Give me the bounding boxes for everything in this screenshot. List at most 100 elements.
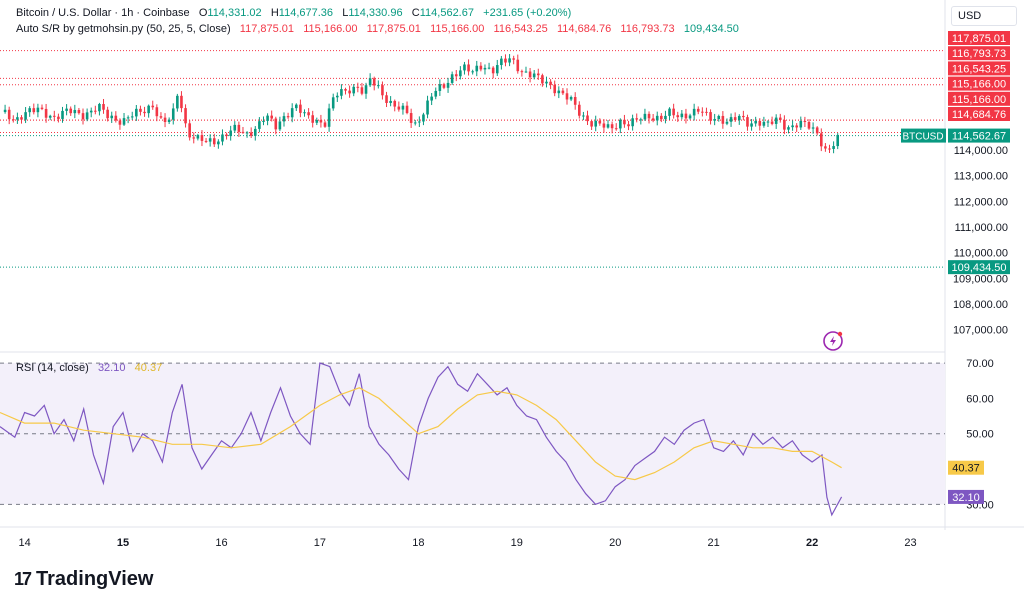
candle-body (631, 118, 634, 127)
candle-body (336, 95, 339, 98)
candle-body (377, 85, 380, 87)
time-tick-label: 18 (412, 537, 424, 549)
candle-body (225, 134, 228, 137)
time-tick-label: 23 (904, 537, 916, 549)
candle-body (40, 107, 44, 109)
candle-body (754, 120, 757, 124)
price-tick-label: 108,000.00 (953, 299, 1008, 311)
candle-body (282, 116, 286, 122)
candle-body (471, 71, 474, 73)
candle-body (159, 116, 163, 118)
time-tick-label: 17 (314, 537, 326, 549)
candle-body (495, 65, 499, 74)
rsi-name[interactable]: RSI (14, close) (16, 362, 89, 374)
candle-body (791, 125, 794, 128)
candle-body (590, 121, 593, 127)
change-value: +231.65 (+0.20%) (483, 7, 572, 19)
candle-body (643, 113, 647, 120)
price-pane[interactable]: 107,000.00 108,000.00 109,000.00 110,000.00… (0, 31, 1010, 337)
candle-body (733, 117, 737, 121)
candle-body (614, 128, 618, 130)
price-tick-label: 112,000.00 (954, 196, 1008, 208)
candle-body (725, 121, 729, 124)
alert-icon[interactable] (823, 331, 843, 351)
candle-body (147, 105, 150, 114)
indicator-value-7: 116,793.73 (620, 23, 675, 35)
resistance-tag-label: 114,684.76 (952, 109, 1006, 121)
candle-body (266, 115, 269, 121)
symbol-title[interactable]: Bitcoin / U.S. Dollar · 1h · Coinbase (16, 7, 190, 19)
candle-body (709, 112, 712, 121)
candle-body (450, 74, 454, 83)
candle-body (446, 82, 450, 88)
tradingview-mark-icon: 17 (14, 569, 32, 589)
candle-body (102, 104, 105, 110)
candle-body (623, 119, 626, 125)
candle-body (253, 128, 257, 136)
candle-body (217, 141, 220, 145)
candle-body (459, 70, 462, 77)
candle-body (135, 108, 138, 117)
candle-body (742, 115, 745, 118)
candle-body (500, 58, 503, 66)
candle-body (750, 123, 753, 127)
price-tick-label: 107,000.00 (953, 325, 1008, 337)
candle-body (413, 122, 417, 124)
time-tick-label: 16 (215, 537, 227, 549)
candle-body (249, 132, 253, 136)
candle-body (89, 110, 93, 113)
candle-body (647, 113, 651, 119)
candle-body (237, 124, 241, 132)
brand-name: TradingView (36, 568, 154, 590)
candle-body (356, 86, 360, 88)
currency-button[interactable]: USD (951, 6, 1017, 26)
candle-body (381, 85, 384, 96)
candle-body (401, 105, 405, 110)
candle-body (573, 97, 577, 105)
candle-body (344, 89, 347, 91)
candle-body (504, 58, 507, 63)
candle-body (783, 120, 786, 130)
tradingview-logo[interactable]: 17 TradingView (14, 568, 153, 591)
candle-body (512, 58, 515, 60)
candle-body (803, 120, 807, 122)
candle-body (774, 117, 778, 124)
indicator-value-2: 115,166.00 (303, 23, 358, 35)
candle-body (196, 135, 200, 139)
candle-body (294, 104, 298, 109)
candle-body (114, 115, 118, 121)
candle-body (541, 75, 544, 84)
candle-body (487, 67, 491, 69)
indicator-value-3: 117,875.01 (366, 23, 421, 35)
candle-body (274, 118, 278, 130)
candle-body (393, 100, 397, 107)
candle-body (315, 120, 319, 123)
rsi-ma-value: 40.37 (134, 362, 163, 374)
candle-body (167, 119, 171, 123)
candle-body (807, 121, 811, 129)
candle-body (824, 146, 827, 149)
candle-body (799, 120, 803, 128)
candle-body (98, 104, 101, 112)
high-value: 114,677.36 (278, 7, 334, 19)
high-label: H (270, 7, 279, 19)
time-tick-label: 14 (18, 537, 30, 549)
candle-body (578, 104, 581, 116)
candle-body (569, 97, 573, 100)
candle-body (286, 116, 290, 118)
indicator-value-1: 117,875.01 (239, 23, 295, 35)
candle-body (684, 113, 688, 119)
candle-body (828, 148, 831, 150)
candle-body (200, 135, 204, 141)
time-axis[interactable]: 14 15 16 17 18 19 20 21 22 23 (18, 537, 916, 549)
candle-body (110, 115, 114, 119)
candle-body (778, 117, 782, 121)
candle-body (221, 134, 224, 142)
indicator-name[interactable]: Auto S/R by getmohsin.py (50, 25, 5, Clo… (16, 23, 231, 35)
candle-body (48, 115, 52, 118)
candle-body (483, 67, 487, 70)
candle-body (7, 109, 11, 120)
candle-body (360, 87, 364, 94)
rsi-pane[interactable]: 30.0050.0060.0070.0040.3732.10 (0, 358, 994, 517)
rsi-ma-tag-label: 40.37 (952, 463, 980, 475)
